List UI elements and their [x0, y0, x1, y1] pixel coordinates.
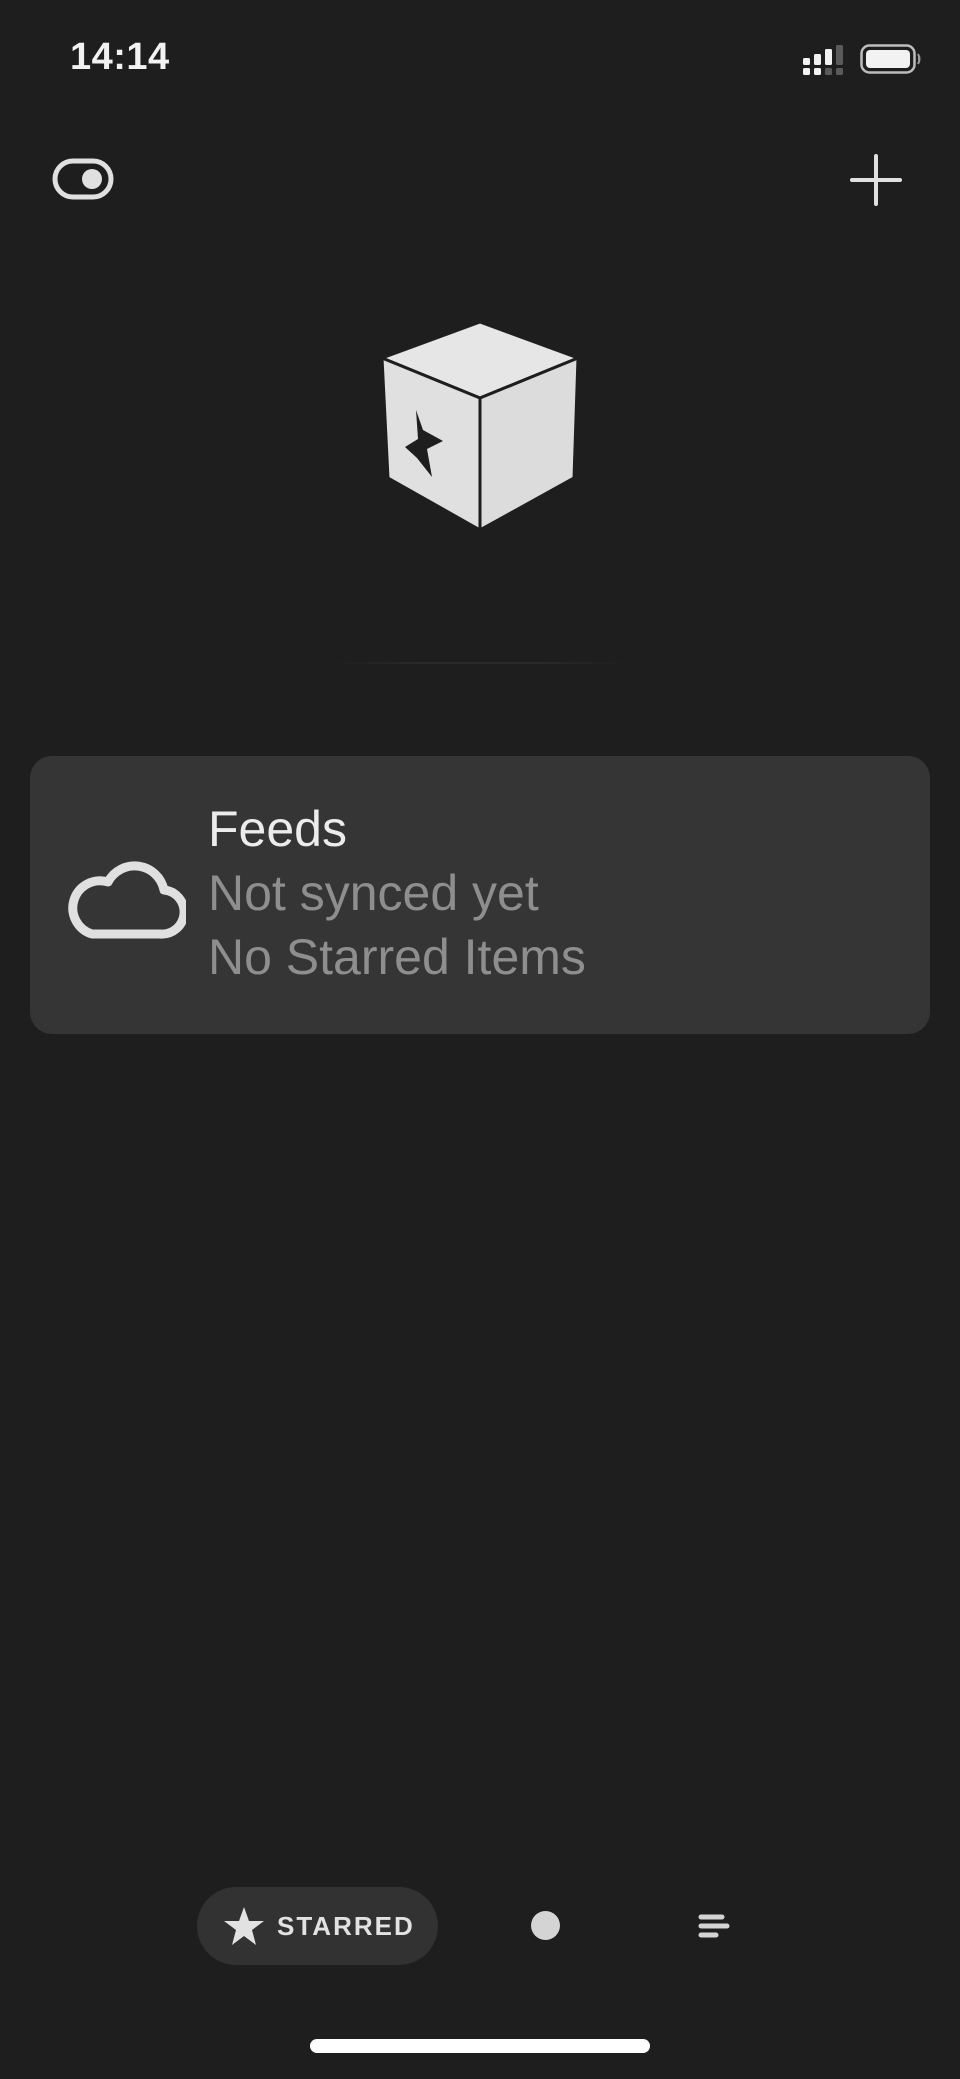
status-bar: 14:14	[0, 0, 960, 116]
home-indicator[interactable]	[310, 2039, 650, 2053]
tab-all-items[interactable]	[684, 1896, 744, 1956]
starred-status: No Starred Items	[208, 929, 586, 985]
tab-bar: STARRED	[0, 1880, 960, 1990]
tab-starred[interactable]: STARRED	[197, 1887, 438, 1965]
status-time: 14:14	[70, 36, 170, 78]
battery-icon	[860, 44, 921, 74]
add-button[interactable]	[848, 152, 904, 208]
star-icon	[224, 1907, 264, 1945]
account-title: Feeds	[208, 801, 347, 857]
tab-starred-label: STARRED	[277, 1911, 415, 1941]
cellular-signal-icon	[803, 45, 843, 75]
toggle-button[interactable]	[52, 156, 116, 202]
star-box-icon	[380, 320, 580, 532]
list-icon	[698, 1914, 730, 1938]
sync-status: Not synced yet	[208, 865, 539, 921]
account-card[interactable]: Feeds Not synced yet No Starred Items	[30, 756, 930, 1034]
plus-icon	[850, 154, 902, 206]
toggle-switch-icon	[52, 158, 114, 200]
tab-unread[interactable]	[516, 1896, 576, 1956]
cloud-icon	[68, 861, 186, 939]
divider	[330, 662, 630, 664]
unread-dot-icon	[531, 1911, 560, 1940]
